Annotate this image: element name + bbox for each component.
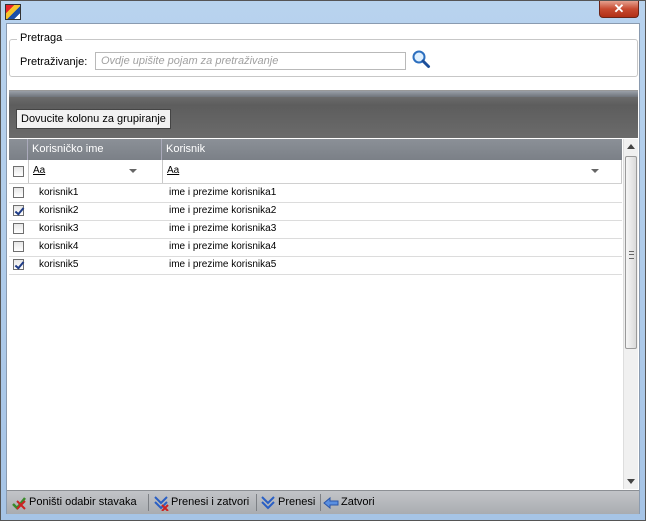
- cell-user-name: ime i prezime korisnika1: [169, 187, 277, 198]
- app-logo-icon: [5, 4, 21, 20]
- table-row[interactable]: korisnik4 ime i prezime korisnika4: [9, 238, 622, 257]
- toolbar-separator: [148, 494, 149, 511]
- transfer-label: Prenesi: [278, 496, 316, 508]
- table-row[interactable]: korisnik3 ime i prezime korisnika3: [9, 220, 622, 239]
- deselect-items-label: Poništi odabir stavaka: [29, 496, 137, 508]
- cell-username: korisnik2: [39, 205, 79, 216]
- close-window-button[interactable]: ✕: [599, 1, 639, 18]
- column-header-user[interactable]: Korisnik: [162, 139, 622, 160]
- table-row[interactable]: korisnik2 ime i prezime korisnika2: [9, 202, 622, 221]
- filter-separator: [162, 160, 163, 183]
- column-header-username[interactable]: Korisničko ime: [28, 139, 162, 160]
- dialog-window: ✕ Pretraga Pretraživanje: Dovucite kolon…: [0, 0, 646, 521]
- uncheck-icon: [12, 497, 26, 510]
- search-label: Pretraživanje:: [20, 56, 88, 68]
- scrollbar-grip-icon: [629, 251, 634, 259]
- username-filter-dropdown-icon[interactable]: [129, 169, 137, 173]
- select-all-checkbox[interactable]: [13, 166, 24, 177]
- username-filter-operator: Aa: [33, 165, 46, 176]
- row-checkbox[interactable]: [13, 205, 24, 216]
- title-bar: ✕: [1, 1, 645, 23]
- vertical-scrollbar[interactable]: [623, 139, 638, 489]
- transfer-and-close-button[interactable]: Prenesi i zatvori: [153, 491, 253, 514]
- dialog-client-area: Pretraga Pretraživanje: Dovucite kolonu …: [6, 23, 640, 514]
- grid-header: Korisničko ime Korisnik: [9, 139, 622, 160]
- grouping-panel-strip: [9, 91, 638, 97]
- filter-separator: [28, 160, 29, 183]
- group-by-drop-area[interactable]: Dovucite kolonu za grupiranje: [16, 109, 171, 129]
- deselect-items-button[interactable]: Poništi odabir stavaka: [11, 491, 146, 514]
- user-filter[interactable]: Aa: [167, 162, 607, 180]
- cell-user-name: ime i prezime korisnika2: [169, 205, 277, 216]
- search-group: Pretraga Pretraživanje:: [9, 32, 638, 77]
- toolbar-separator: [256, 494, 257, 511]
- bottom-toolbar: Poništi odabir stavaka Prenesi i zatvori: [7, 490, 639, 514]
- cell-username: korisnik3: [39, 223, 79, 234]
- cell-username: korisnik4: [39, 241, 79, 252]
- row-checkbox[interactable]: [13, 259, 24, 270]
- transfer-button[interactable]: Prenesi: [260, 491, 318, 514]
- user-filter-operator: Aa: [167, 165, 180, 176]
- cell-user-name: ime i prezime korisnika4: [169, 241, 277, 252]
- transfer-close-icon: [154, 496, 169, 511]
- search-group-title: Pretraga: [17, 32, 66, 44]
- row-checkbox[interactable]: [13, 241, 24, 252]
- magnifier-icon[interactable]: [411, 49, 431, 69]
- scroll-up-icon[interactable]: [627, 144, 635, 149]
- users-grid: Korisničko ime Korisnik Aa Aa korisnik1 …: [9, 139, 638, 489]
- filter-row: Aa Aa: [9, 160, 622, 184]
- cell-user-name: ime i prezime korisnika3: [169, 223, 277, 234]
- transfer-icon: [261, 496, 275, 510]
- row-checkbox[interactable]: [13, 187, 24, 198]
- cell-username: korisnik5: [39, 259, 79, 270]
- arrow-left-icon: [323, 496, 339, 510]
- transfer-and-close-label: Prenesi i zatvori: [171, 496, 250, 508]
- scroll-down-icon[interactable]: [627, 479, 635, 484]
- search-input[interactable]: [95, 52, 406, 70]
- table-row[interactable]: korisnik5 ime i prezime korisnika5: [9, 256, 622, 275]
- close-label: Zatvori: [341, 496, 375, 508]
- scrollbar-thumb[interactable]: [625, 156, 637, 349]
- header-select-column[interactable]: [9, 139, 28, 160]
- row-checkbox[interactable]: [13, 223, 24, 234]
- toolbar-separator: [320, 494, 321, 511]
- close-button[interactable]: Zatvori: [323, 491, 383, 514]
- user-filter-dropdown-icon[interactable]: [591, 169, 599, 173]
- table-row[interactable]: korisnik1 ime i prezime korisnika1: [9, 184, 622, 203]
- cell-username: korisnik1: [39, 187, 79, 198]
- grouping-panel[interactable]: Dovucite kolonu za grupiranje: [9, 90, 638, 138]
- cell-user-name: ime i prezime korisnika5: [169, 259, 277, 270]
- filter-separator: [621, 160, 622, 183]
